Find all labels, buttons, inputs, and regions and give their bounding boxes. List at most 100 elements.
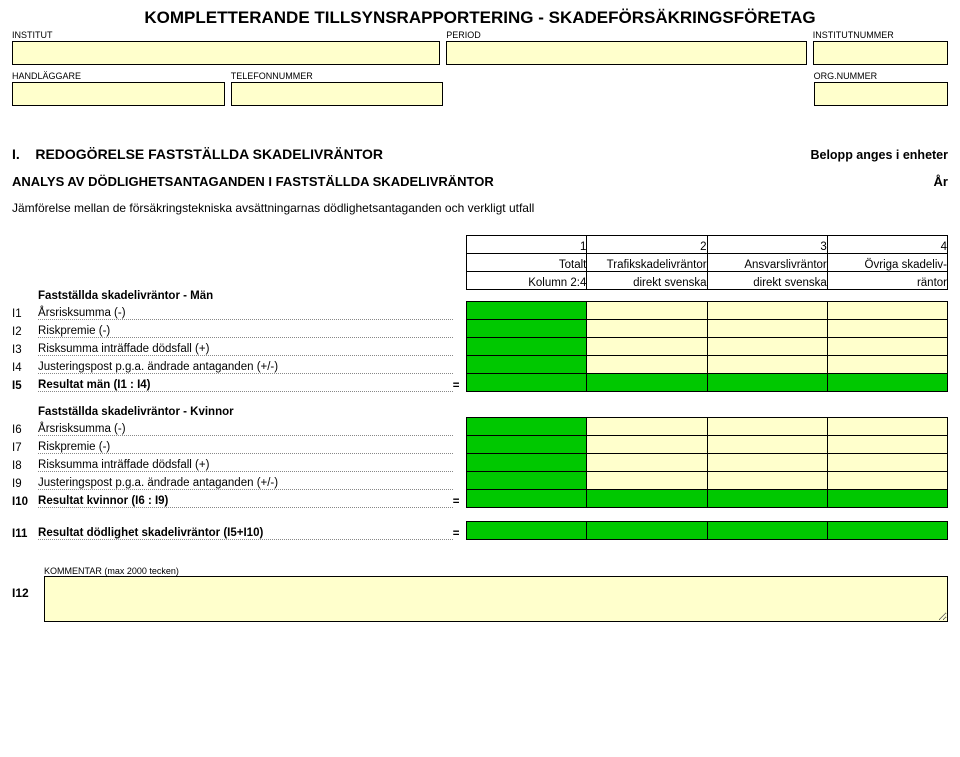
row-i3-label: Risksumma inträffade dödsfall (+) — [38, 338, 453, 356]
row-i6-code: I6 — [12, 418, 38, 436]
row-i5-code: I5 — [12, 374, 38, 392]
row-i8-cell-3[interactable] — [707, 454, 827, 472]
row-i11-cell-4[interactable] — [827, 522, 947, 540]
group-men-title: Fastställda skadelivräntor - Män — [38, 290, 453, 302]
row-i7-cell-1[interactable] — [467, 436, 587, 454]
row-i9-code: I9 — [12, 472, 38, 490]
institutnummer-input[interactable] — [813, 41, 948, 65]
col-num-2: 2 — [587, 236, 707, 254]
row-i3-cell-2[interactable] — [587, 338, 707, 356]
row-i11-code: I11 — [12, 522, 38, 540]
row-i4-cell-4[interactable] — [827, 356, 947, 374]
row-i1-cell-4[interactable] — [827, 302, 947, 320]
row-i1: I1 Årsrisksumma (-) — [12, 302, 948, 320]
row-i10: I10 Resultat kvinnor (I6 : I9) = — [12, 490, 948, 508]
col-h1-1: Totalt — [467, 254, 587, 272]
institut-label: INSTITUT — [12, 30, 440, 40]
telefon-input[interactable] — [231, 82, 444, 106]
section-note: Belopp anges i enheter — [810, 148, 948, 162]
row-i6-cell-3[interactable] — [707, 418, 827, 436]
row-i2-label: Riskpremie (-) — [38, 320, 453, 338]
row-i10-cell-4[interactable] — [827, 490, 947, 508]
row-i1-cell-2[interactable] — [587, 302, 707, 320]
row-i4: I4 Justeringspost p.g.a. ändrade antagan… — [12, 356, 948, 374]
handlaggare-input[interactable] — [12, 82, 225, 106]
col-h2-2: direkt svenska — [587, 272, 707, 290]
row-i11-cell-3[interactable] — [707, 522, 827, 540]
subsection-row: ANALYS AV DÖDLIGHETSANTAGANDEN I FASTSTÄ… — [12, 174, 948, 189]
row-i11-cell-2[interactable] — [587, 522, 707, 540]
row-i3-cell-3[interactable] — [707, 338, 827, 356]
row-i5-cell-2[interactable] — [587, 374, 707, 392]
institut-input[interactable] — [12, 41, 440, 65]
row-i1-code: I1 — [12, 302, 38, 320]
row-i6-cell-4[interactable] — [827, 418, 947, 436]
row-i6-label: Årsrisksumma (-) — [38, 418, 453, 436]
row-i7-cell-2[interactable] — [587, 436, 707, 454]
row-i5-cell-4[interactable] — [827, 374, 947, 392]
row-i1-cell-3[interactable] — [707, 302, 827, 320]
row-i10-label: Resultat kvinnor (I6 : I9) — [38, 490, 453, 508]
row-i2-cell-3[interactable] — [707, 320, 827, 338]
institutnummer-label: INSTITUTNUMMER — [813, 30, 948, 40]
period-input[interactable] — [446, 41, 807, 65]
row-i11: I11 Resultat dödlighet skadelivräntor (I… — [12, 522, 948, 540]
group-women-title-row: Fastställda skadelivräntor - Kvinnor — [12, 406, 948, 418]
row-i5-cell-1[interactable] — [467, 374, 587, 392]
row-i9-cell-4[interactable] — [827, 472, 947, 490]
header-row-2: HANDLÄGGARE TELEFONNUMMER ORG.NUMMER — [12, 71, 948, 106]
col-h1-3: Ansvarslivräntor — [707, 254, 827, 272]
comment-block: I12 — [12, 576, 948, 622]
row-i10-cell-2[interactable] — [587, 490, 707, 508]
row-i4-cell-1[interactable] — [467, 356, 587, 374]
row-i9-cell-3[interactable] — [707, 472, 827, 490]
row-i9-cell-2[interactable] — [587, 472, 707, 490]
row-i4-cell-3[interactable] — [707, 356, 827, 374]
row-i7-label: Riskpremie (-) — [38, 436, 453, 454]
row-i8: I8 Risksumma inträffade dödsfall (+) — [12, 454, 948, 472]
row-i9: I9 Justeringspost p.g.a. ändrade antagan… — [12, 472, 948, 490]
row-i10-code: I10 — [12, 490, 38, 508]
row-i9-cell-1[interactable] — [467, 472, 587, 490]
col-num-4: 4 — [827, 236, 947, 254]
row-i3: I3 Risksumma inträffade dödsfall (+) — [12, 338, 948, 356]
row-i3-cell-4[interactable] — [827, 338, 947, 356]
row-i3-cell-1[interactable] — [467, 338, 587, 356]
orgnummer-input[interactable] — [814, 82, 948, 106]
subsection-title: ANALYS AV DÖDLIGHETSANTAGANDEN I FASTSTÄ… — [12, 174, 494, 189]
page-title: KOMPLETTERANDE TILLSYNSRAPPORTERING - SK… — [12, 8, 948, 28]
handlaggare-label: HANDLÄGGARE — [12, 71, 225, 81]
row-i11-cell-1[interactable] — [467, 522, 587, 540]
row-i10-cell-3[interactable] — [707, 490, 827, 508]
row-i2: I2 Riskpremie (-) — [12, 320, 948, 338]
row-i6-cell-1[interactable] — [467, 418, 587, 436]
row-i6-cell-2[interactable] — [587, 418, 707, 436]
row-i4-cell-2[interactable] — [587, 356, 707, 374]
row-i2-cell-1[interactable] — [467, 320, 587, 338]
row-i8-cell-4[interactable] — [827, 454, 947, 472]
col-h1-4: Övriga skadeliv- — [827, 254, 947, 272]
row-i8-cell-2[interactable] — [587, 454, 707, 472]
section-description: Jämförelse mellan de försäkringstekniska… — [12, 201, 948, 215]
row-i2-cell-4[interactable] — [827, 320, 947, 338]
col-h2-1: Kolumn 2:4 — [467, 272, 587, 290]
row-i8-cell-1[interactable] — [467, 454, 587, 472]
row-i5-cell-3[interactable] — [707, 374, 827, 392]
row-i10-cell-1[interactable] — [467, 490, 587, 508]
row-i7-cell-3[interactable] — [707, 436, 827, 454]
row-i9-label: Justeringspost p.g.a. ändrade antaganden… — [38, 472, 453, 490]
col-h1-2: Trafikskadelivräntor — [587, 254, 707, 272]
row-i7-cell-4[interactable] — [827, 436, 947, 454]
telefon-label: TELEFONNUMMER — [231, 71, 444, 81]
group-men-title-row: Fastställda skadelivräntor - Män — [12, 290, 948, 302]
period-label: PERIOD — [446, 30, 807, 40]
row-i6: I6 Årsrisksumma (-) — [12, 418, 948, 436]
comment-textarea[interactable] — [44, 576, 948, 622]
row-i4-label: Justeringspost p.g.a. ändrade antaganden… — [38, 356, 453, 374]
column-header-row-1: Totalt Trafikskadelivräntor Ansvarslivrä… — [12, 254, 948, 272]
row-i7-code: I7 — [12, 436, 38, 454]
row-i2-cell-2[interactable] — [587, 320, 707, 338]
row-i1-cell-1[interactable] — [467, 302, 587, 320]
column-number-row: 1 2 3 4 — [12, 236, 948, 254]
row-i8-label: Risksumma inträffade dödsfall (+) — [38, 454, 453, 472]
